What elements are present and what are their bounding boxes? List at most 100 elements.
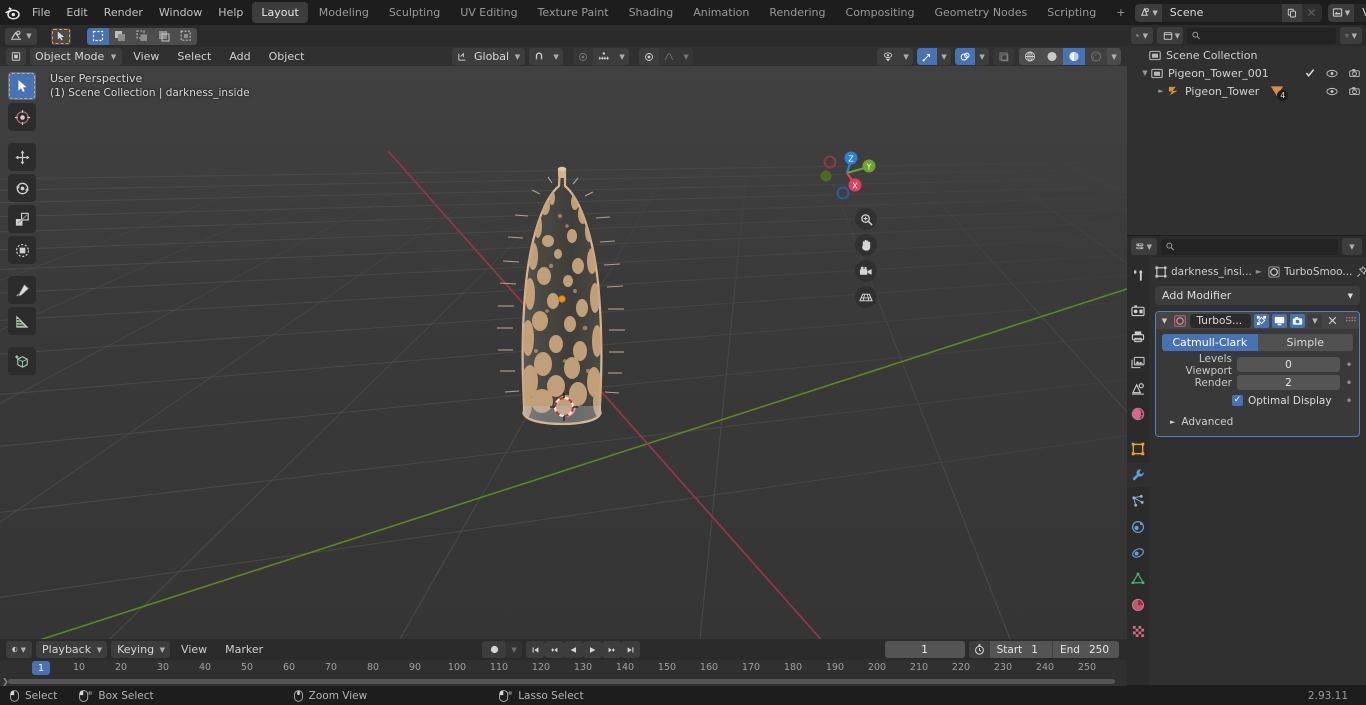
shading-material-icon[interactable] <box>1063 48 1085 65</box>
menu-render[interactable]: Render <box>96 3 151 22</box>
tweak-tool-button[interactable] <box>51 27 71 45</box>
camera-icon[interactable] <box>1349 86 1360 96</box>
overlays-icon[interactable] <box>955 48 975 65</box>
animate-property-dot-icon[interactable]: • <box>1345 377 1353 389</box>
next-keyframe-button[interactable] <box>602 641 621 658</box>
new-scene-button[interactable] <box>1281 3 1302 22</box>
breadcrumb-object-name[interactable]: darkness_insi... <box>1171 266 1252 278</box>
start-frame-value[interactable]: 1 <box>1029 641 1052 658</box>
modifier-edit-mode-display-toggle[interactable] <box>1254 313 1270 328</box>
properties-tab-strip[interactable] <box>1127 257 1149 685</box>
viewport-menu-select[interactable]: Select <box>170 48 218 65</box>
pan-view-button[interactable] <box>855 234 877 256</box>
transport-controls[interactable] <box>526 641 640 658</box>
snap-target-dropdown[interactable]: ▼ <box>615 48 630 65</box>
outliner-filter-icon[interactable]: ▼ <box>1340 27 1362 44</box>
disclosure-triangle-collapsed-icon[interactable]: ► <box>1155 87 1167 95</box>
select-invert-icon[interactable] <box>153 27 175 45</box>
workspace-tab-shading[interactable]: Shading <box>620 2 683 23</box>
properties-editor[interactable]: ▼ ▼ darkness_insi... ► TurboSmoo... Add … <box>1127 236 1366 685</box>
properties-search-box[interactable] <box>1161 238 1338 255</box>
overlays-dropdown[interactable]: ▼ <box>975 48 989 65</box>
outliner-display-mode[interactable]: ▼ <box>1157 27 1183 44</box>
properties-tab-data[interactable] <box>1127 567 1149 591</box>
prev-keyframe-button[interactable] <box>545 641 564 658</box>
view-layer-icon[interactable]: ▼ <box>1327 3 1355 22</box>
eye-icon[interactable] <box>1326 87 1338 96</box>
grip-dots-icon[interactable] <box>1345 316 1356 325</box>
select-subtract-icon[interactable] <box>131 27 153 45</box>
select-intersect-icon[interactable] <box>175 27 197 45</box>
advanced-section-toggle[interactable]: ► Advanced <box>1162 414 1353 429</box>
add-cube-tool[interactable] <box>8 347 36 375</box>
gizmo-icon[interactable] <box>917 48 937 65</box>
properties-tab-physics[interactable] <box>1127 515 1149 539</box>
workspace-tab-compositing[interactable]: Compositing <box>837 2 924 23</box>
scene-icon[interactable]: ▼ <box>1135 3 1162 22</box>
toggle-perspective-button[interactable] <box>855 286 877 308</box>
workspace-tab-layout[interactable]: Layout <box>252 2 308 23</box>
rotate-tool[interactable] <box>8 174 36 202</box>
eye-icon[interactable] <box>1326 69 1338 78</box>
modifier-delete-button[interactable] <box>1325 314 1340 328</box>
cursor-tool[interactable] <box>8 103 36 131</box>
view-layer-selector[interactable]: ▼ View Layer <box>1327 3 1366 22</box>
move-tool[interactable] <box>8 143 36 171</box>
subdivision-simple-option[interactable]: Simple <box>1257 334 1353 351</box>
modifier-realtime-display-toggle[interactable] <box>1272 313 1287 328</box>
auto-keying-dropdown[interactable]: ▼ <box>506 641 522 658</box>
frame-range-group[interactable]: Start 1 End 250 <box>968 641 1119 658</box>
blender-logo-icon[interactable] <box>4 4 20 22</box>
zoom-view-button[interactable] <box>855 208 877 230</box>
navigation-gizmo[interactable]: Z Y X <box>812 138 882 208</box>
levels-viewport-value[interactable]: 0 <box>1237 357 1340 372</box>
workspace-tab-sculpting[interactable]: Sculpting <box>380 2 449 23</box>
modifier-panel-header[interactable]: ▼ TurboS... ▼ <box>1156 312 1359 329</box>
play-reverse-button[interactable] <box>564 641 583 658</box>
properties-tab-texture[interactable] <box>1127 619 1149 643</box>
workspace-tab-texture-paint[interactable]: Texture Paint <box>529 2 618 23</box>
outliner-editor-type-icon[interactable]: ▼ <box>1131 27 1153 44</box>
outliner-row-scene-collection[interactable]: Scene Collection <box>1127 46 1366 64</box>
tweak-select-tool[interactable] <box>8 72 36 100</box>
timeline-menu-view[interactable]: View <box>174 641 214 658</box>
viewport-menu-view[interactable]: View <box>126 48 166 65</box>
outliner-search-box[interactable] <box>1187 27 1336 44</box>
breadcrumb-modifier-name[interactable]: TurboSmoo... <box>1284 266 1352 278</box>
auto-keying-record-button[interactable] <box>482 641 506 658</box>
pigeon-tower-object[interactable] <box>0 66 1127 639</box>
timeline-scroll-left-arrow[interactable]: ❯ <box>2 677 9 686</box>
properties-tab-constraints[interactable] <box>1127 541 1149 565</box>
scene-name-field[interactable]: Scene <box>1161 3 1282 22</box>
timeline-ruler[interactable]: 10 20 30 40 50 60 70 80 90 100 110 120 1… <box>0 660 1127 678</box>
add-modifier-button[interactable]: Add Modifier ▼ <box>1155 286 1360 305</box>
subdivision-catmull-clark-option[interactable]: Catmull-Clark <box>1162 334 1258 351</box>
modifier-render-display-toggle[interactable] <box>1289 313 1305 328</box>
properties-tab-particles[interactable] <box>1127 489 1149 513</box>
properties-editor-type-icon[interactable]: ▼ <box>1131 238 1157 255</box>
outliner-row-pigeon-tower-001[interactable]: ▼ Pigeon_Tower_001 <box>1127 64 1366 82</box>
menu-window[interactable]: Window <box>151 3 210 22</box>
properties-tab-world[interactable] <box>1127 402 1149 426</box>
scene-selector[interactable]: ▼ Scene <box>1135 3 1322 22</box>
scale-tool[interactable] <box>8 205 36 233</box>
modifier-expand-triangle-icon[interactable]: ▼ <box>1159 317 1170 325</box>
modifier-count-badge[interactable]: 4 <box>1269 84 1289 101</box>
viewport-menu-add[interactable]: Add <box>222 48 257 65</box>
unlink-scene-button[interactable] <box>1301 3 1322 22</box>
render-levels-value[interactable]: 2 <box>1237 375 1340 390</box>
current-frame-field[interactable]: 1 <box>884 641 965 658</box>
timeline-editor-type-icon[interactable]: ▼ <box>6 641 32 658</box>
measure-tool[interactable] <box>8 307 36 335</box>
active-tool-selector[interactable]: ▼ <box>5 27 37 45</box>
object-mode-selector[interactable]: Object Mode ▼ <box>30 48 123 65</box>
snap-dropdown[interactable]: ▼ <box>549 48 564 65</box>
modifier-extras-dropdown[interactable]: ▼ <box>1307 313 1323 328</box>
properties-tab-scene[interactable] <box>1127 376 1149 400</box>
transform-tool[interactable] <box>8 236 36 264</box>
properties-tab-view-layer[interactable] <box>1127 350 1149 374</box>
timeline-menu-playback[interactable]: Playback ▼ <box>36 641 108 658</box>
add-workspace-button[interactable]: + <box>1107 2 1134 23</box>
shading-wireframe-icon[interactable] <box>1019 48 1041 65</box>
menu-file[interactable]: File <box>24 3 58 22</box>
